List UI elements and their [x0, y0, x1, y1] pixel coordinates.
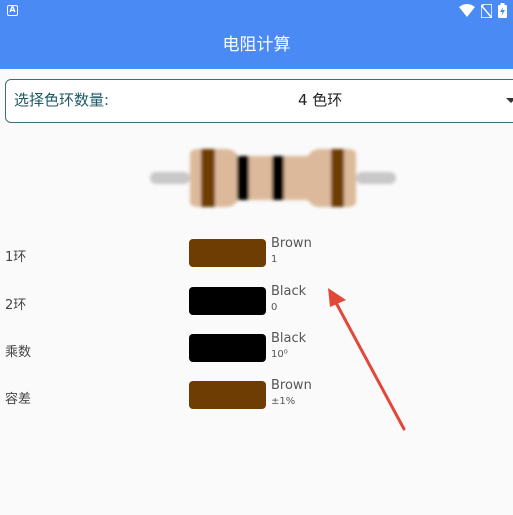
resistor-illustration	[150, 149, 396, 207]
band-value: 10⁰	[271, 349, 288, 360]
app-notification-icon: A	[7, 5, 18, 16]
band-color-swatch[interactable]	[189, 239, 266, 267]
band-color-name: Brown	[271, 378, 312, 393]
band-color-swatch[interactable]	[189, 334, 266, 362]
resistor-lead-left	[150, 172, 190, 184]
band-color-name: Black	[271, 284, 307, 299]
resistor-band-4	[331, 149, 344, 207]
band-label: 容差	[5, 392, 32, 407]
annotation-arrow-icon	[328, 288, 406, 431]
band-label: 1环	[5, 250, 27, 265]
wifi-icon	[459, 4, 475, 17]
no-sim-icon	[481, 3, 492, 18]
status-icons	[459, 3, 507, 18]
app-bar: 电阻计算	[0, 22, 513, 69]
resistor-lead-right	[356, 172, 396, 184]
ring-count-select[interactable]: 选择色环数量: 4 色环	[5, 79, 513, 123]
band-color-swatch[interactable]	[189, 287, 266, 315]
resistor-band-3	[272, 156, 284, 200]
band-value: 1	[271, 254, 278, 265]
resistor-band-2	[237, 156, 249, 200]
dropdown-arrow-icon	[506, 98, 513, 103]
band-color-name: Black	[271, 331, 307, 346]
band-label: 乘数	[5, 345, 32, 360]
band-row-tolerance: 容差 Brown ±1%	[0, 378, 513, 418]
status-bar: A	[0, 0, 513, 22]
band-row-2: 2环 Black 0	[0, 284, 513, 324]
resistor-calculator-screen: A 电阻计算 选择色环数量: 4 色环 1环 Brown 1 2环 Black …	[0, 0, 513, 515]
band-color-swatch[interactable]	[189, 381, 266, 409]
resistor-band-1	[201, 149, 215, 207]
band-row-1: 1环 Brown 1	[0, 236, 513, 276]
band-label: 2环	[5, 298, 27, 313]
ring-count-label: 选择色环数量:	[14, 91, 110, 109]
ring-count-value: 4 色环	[298, 91, 343, 109]
page-title: 电阻计算	[222, 35, 291, 55]
band-value: ±1%	[271, 396, 296, 407]
battery-charging-icon	[498, 3, 507, 18]
band-row-multiplier: 乘数 Black 10⁰	[0, 331, 513, 371]
band-value: 0	[271, 302, 278, 313]
band-color-name: Brown	[271, 236, 312, 251]
